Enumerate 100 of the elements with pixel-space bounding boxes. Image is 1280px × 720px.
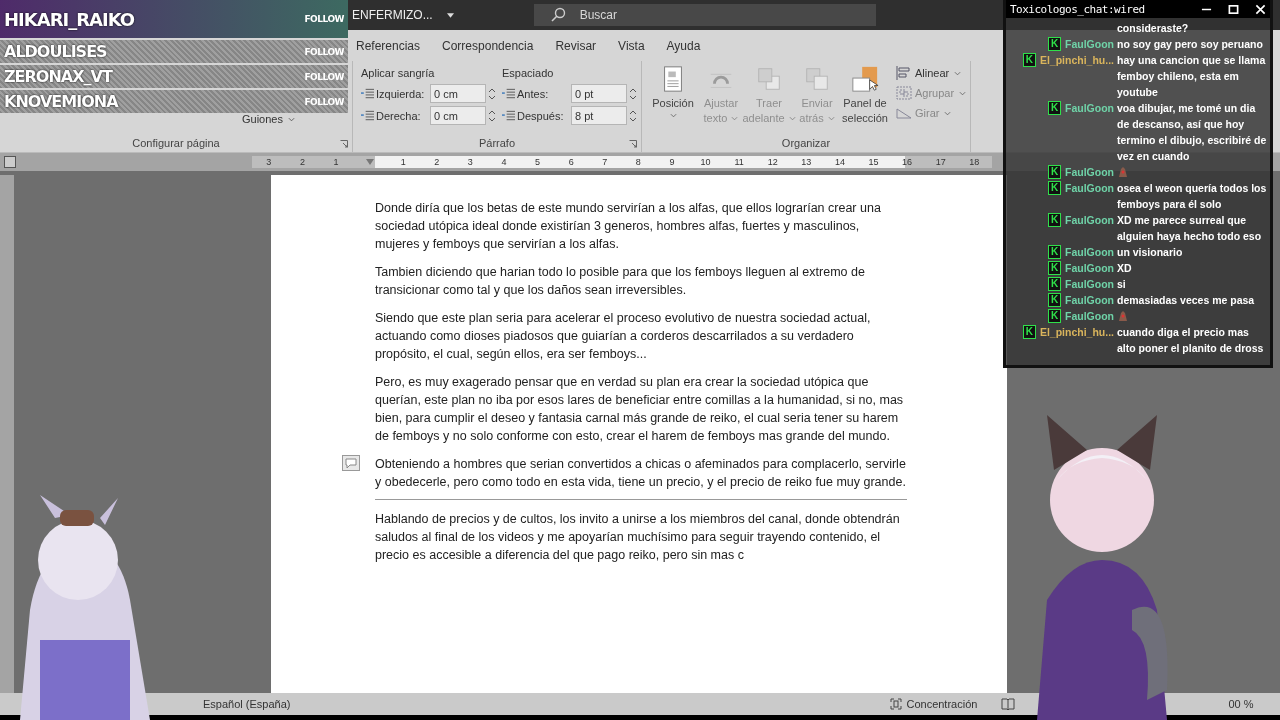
focus-icon[interactable] [890, 698, 903, 710]
follower-name: KNOVEMIONA [4, 92, 118, 111]
chat-username[interactable]: FaulGoon [1065, 100, 1114, 116]
follower-name: ALDOULISES [4, 42, 107, 61]
group-label: Configurar página [132, 137, 220, 149]
chat-badge: K [1022, 53, 1036, 67]
caret-icon[interactable] [446, 12, 454, 18]
section-title: Aplicar sangría [361, 67, 436, 79]
chat-badge: K [1048, 37, 1061, 51]
group-label: Organizar [781, 137, 831, 149]
ribbon-tab[interactable]: Ayuda [666, 38, 701, 53]
follow-label: FOLLOW [304, 96, 344, 107]
follow-label: FOLLOW [304, 46, 344, 57]
chat-message: osea el weon quería todos los femboys para él solo [1117, 181, 1268, 212]
field-label: Izquierda: [376, 87, 426, 100]
document-paragraph: Siendo que este plan seria para acelerar el proceso evolutivo de nuestra sociedad actual, actuando como dioses piadosos que guiarían a corderos descarrilados a su verdadero propósito, el cual, según ellos, era ser femboys... [375, 310, 872, 363]
chat-username[interactable]: FaulGoon [1065, 36, 1114, 52]
emote-icon [1117, 166, 1129, 178]
dialog-launcher-icon[interactable] [629, 140, 637, 148]
chat-username[interactable]: FaulGoon [1065, 244, 1114, 260]
dialog-launcher-icon[interactable] [340, 140, 348, 148]
caret-icon [288, 116, 295, 122]
document-paragraph: Pero, es muy exagerado pensar que en verdad su plan era crear la sociedad utópica que querían, este plan no iba por esos lares de beneficiar entre comillas a la humanidad, si no, mas bien, para cumplir el deseo y fantasia carnal más grande de reiko, el cual seria tener su harem de femboys y no solo conforme con esto, crear el harem de femboys mas grande del mundo. [375, 374, 905, 445]
comment-icon[interactable] [342, 455, 360, 471]
spin-field[interactable]: 8 pt [571, 106, 627, 125]
field-label: Antes: [517, 87, 550, 100]
chat-badge: K [1048, 245, 1061, 259]
chat-badge: K [1048, 181, 1061, 195]
chat-message: voa dibujar, me tomé un dia de descanso, así que hoy termino el dibujo, escribiré de vez en cuando [1117, 101, 1268, 164]
chat-message: demasiadas veces me pasa [1117, 293, 1256, 308]
spacing-icon [502, 87, 515, 100]
chat-badge: K [1048, 309, 1061, 323]
spinner-arrows-icon[interactable] [629, 86, 637, 101]
spinner-arrows-icon[interactable] [488, 86, 496, 101]
group-icon [896, 86, 912, 100]
spin-field[interactable]: 0 cm [430, 84, 486, 103]
follower-name: ZERONAX_VT [4, 67, 112, 86]
chat-username[interactable]: FaulGoon [1065, 292, 1114, 308]
chat-badge: K [1048, 101, 1061, 115]
indent-icon [361, 87, 374, 100]
ribbon-button[interactable]: Alinear [894, 65, 969, 81]
horizontal-ruler: 3 2 1 1 2 3 4 5 6 7 8 9 10 11 12 13 14 15 16 17 18 [252, 156, 992, 168]
group-label: Párrafo [478, 137, 516, 149]
hyphenation-button[interactable]: Guiones [240, 112, 297, 126]
chat-username[interactable]: FaulGoon [1065, 308, 1114, 324]
chat-badge: K [1048, 293, 1061, 307]
document-paragraph: Obteniendo a hombres que serian convertidos a chicas o afeminados para complacerlo, servirle y obedecerle, pero como todo en esta vida, tiene un precio, y el precio de reiko fue muy grande. [375, 456, 907, 491]
language-status[interactable]: Español (España) [203, 698, 291, 710]
zoom-level[interactable]: 00 % [1228, 698, 1254, 710]
chat-username[interactable]: FaulGoon [1065, 276, 1114, 292]
spacing-icon [502, 109, 515, 122]
window-title: Toxicologos_chat:wired [1010, 2, 1146, 16]
chat-message: si [1117, 277, 1127, 292]
chat-username[interactable]: El_pinchi_hu... [1039, 52, 1114, 68]
ribbon-tab[interactable]: Vista [618, 38, 645, 53]
spinner-arrows-icon[interactable] [629, 108, 637, 123]
close-icon[interactable] [1255, 3, 1266, 15]
chat-badge: K [1048, 165, 1061, 179]
ribbon-button[interactable]: Panel de selección [842, 65, 888, 134]
spin-field[interactable]: 0 pt [571, 84, 627, 103]
section-title: Espaciado [502, 67, 555, 79]
indent-icon [361, 109, 374, 122]
chat-message: cuando diga el precio mas alto poner el planito de dross [1117, 325, 1265, 356]
chat-username[interactable]: FaulGoon [1065, 164, 1114, 180]
caret-icon [959, 90, 967, 96]
maximize-icon[interactable] [1228, 3, 1239, 15]
document-paragraph: Hablando de precios y de cultos, los invito a unirse a los miembros del canal, donde obtendrán saludos al final de los videos y me apoyarían muchísimo para seguir trayendo contenido, el precio es accesible a diferencia del que pago reiko, pero sin mas c [375, 511, 901, 564]
caret-icon [944, 110, 952, 116]
read-mode-icon[interactable] [1001, 698, 1016, 710]
chat-badge: K [1048, 277, 1061, 291]
align-icon [896, 66, 912, 80]
follow-label: FOLLOW [304, 14, 344, 24]
ribbon-tab[interactable]: Correspondencia [442, 38, 534, 53]
chat-badge: K [1048, 213, 1061, 227]
tab-selector[interactable] [4, 156, 16, 168]
document-title: ENFERMIZO... [352, 8, 433, 22]
focus-mode-button[interactable]: Concentración [906, 698, 978, 710]
bring-forward-icon [755, 65, 783, 93]
chat-badge: K [1022, 325, 1036, 339]
chat-message: consideraste? [1117, 21, 1190, 36]
spin-field[interactable]: 0 cm [430, 106, 486, 125]
ribbon-tab[interactable]: Revisar [555, 38, 597, 53]
ribbon-tab[interactable]: Referencias [356, 38, 421, 53]
chat-username[interactable]: El_pinchi_hu... [1039, 324, 1114, 340]
follow-label: FOLLOW [304, 71, 344, 82]
field-label: Derecha: [376, 109, 422, 122]
search-icon [549, 7, 566, 23]
chat-username[interactable]: FaulGoon [1065, 212, 1114, 228]
follower-name: HIKARI_RAIKO [4, 8, 135, 30]
chat-badge: K [1048, 261, 1061, 275]
search-field[interactable]: Buscar [533, 4, 876, 26]
field-label: Después: [517, 109, 565, 122]
chat-username[interactable]: FaulGoon [1065, 180, 1114, 196]
document-paragraph: Tambien diciendo que harian todo lo posible para que los femboys lleguen al extremo de transicionar como tal y que los daños sean irreversibles. [375, 264, 866, 299]
spinner-arrows-icon[interactable] [488, 108, 496, 123]
ribbon-button[interactable]: Posición [650, 65, 696, 134]
chat-username[interactable]: FaulGoon [1065, 260, 1114, 276]
caret-icon [954, 70, 962, 76]
chat-message: XD [1117, 261, 1133, 276]
document-paragraph: Donde diría que los betas de este mundo servirían a los alfas, que ellos lograrían crear una sociedad utópica ideal donde existirían 3 generos, hombres alfas, fuertes y masculinos, mujeres y femboys que servirían a los alfas. [375, 200, 882, 253]
